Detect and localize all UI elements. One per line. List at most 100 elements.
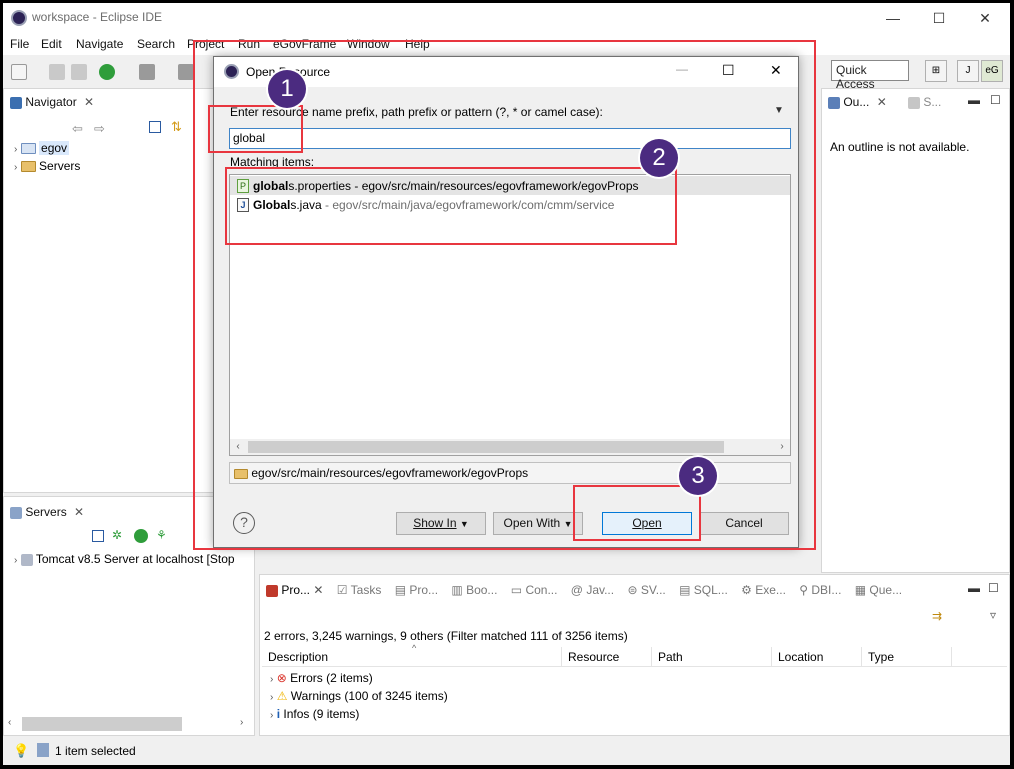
warning-icon: ⚠ (276, 689, 288, 703)
project-icon (20, 143, 36, 155)
sort-up-icon: ^ (412, 643, 417, 653)
tab-javadoc[interactable]: @ Jav... (571, 583, 614, 597)
outline-icon (828, 96, 840, 109)
structure-icon (908, 96, 920, 109)
minimize-view-icon[interactable]: ▬ (968, 93, 980, 107)
quick-access-input[interactable]: Quick Access (831, 60, 909, 91)
start-server-icon[interactable] (134, 529, 148, 543)
lightbulb-icon[interactable]: 💡 (13, 743, 29, 759)
close-icon[interactable]: ✕ (313, 583, 323, 597)
col-resource[interactable]: Resource (562, 647, 652, 667)
problem-row-warnings[interactable]: › ⚠ Warnings (100 of 3245 items) (270, 687, 448, 705)
close-icon[interactable]: ✕ (877, 95, 887, 109)
close-button[interactable]: ✕ (962, 3, 1008, 33)
chevron-right-icon[interactable]: › (14, 555, 17, 566)
row-label: Warnings (100 of 3245 items) (290, 689, 448, 703)
filter-icon[interactable]: ⇉ (932, 609, 942, 623)
row-label: Errors (2 items) (290, 671, 373, 685)
view-menu-icon[interactable]: ▿ (990, 608, 996, 622)
debug-server-icon[interactable]: ✲ (112, 528, 122, 542)
stop-icon[interactable] (139, 64, 155, 80)
close-icon[interactable]: ✕ (74, 505, 84, 519)
scroll-left-icon[interactable]: ‹ (8, 717, 11, 728)
toolbar-misc-icon[interactable] (178, 64, 194, 80)
tab-console[interactable]: ▭ Con... (511, 583, 558, 597)
problem-row-errors[interactable]: › ⊗ Errors (2 items) (270, 669, 373, 687)
save-all-icon[interactable] (71, 64, 87, 80)
input-highlight-box (208, 105, 303, 153)
debug-icon[interactable] (99, 64, 115, 80)
maximize-view-icon[interactable]: ☐ (988, 581, 999, 595)
tree-item-egov[interactable]: › egov (14, 139, 70, 157)
tab-properties[interactable]: ▤ Pro... (395, 583, 438, 597)
open-perspective-icon[interactable]: ⊞ (925, 60, 947, 82)
egov-perspective-icon[interactable]: eG (981, 60, 1003, 82)
server-row[interactable]: › Tomcat v8.5 Server at localhost [Stop (14, 550, 235, 568)
problem-row-infos[interactable]: › i Infos (9 items) (270, 705, 359, 723)
scroll-right-icon[interactable]: › (240, 717, 243, 728)
menu-edit[interactable]: Edit (41, 37, 62, 51)
link-editor-icon[interactable]: ⇅ (171, 119, 182, 135)
java-perspective-icon[interactable]: J (957, 60, 979, 82)
navigator-title: Navigator (25, 95, 77, 109)
eclipse-logo-icon (11, 10, 27, 26)
chevron-right-icon[interactable]: › (270, 692, 273, 703)
save-icon[interactable] (49, 64, 65, 80)
tree-item-servers[interactable]: › Servers (14, 157, 80, 175)
tree-item-label: Servers (39, 159, 81, 173)
back-icon[interactable]: ⇦ (72, 121, 83, 137)
profile-server-icon[interactable]: ⚘ (156, 528, 167, 542)
tab-query[interactable]: ▦ Que... (855, 583, 902, 597)
col-location[interactable]: Location (772, 647, 862, 667)
minimize-view-icon[interactable]: ▬ (968, 581, 980, 595)
chevron-right-icon[interactable]: › (270, 710, 273, 721)
col-type[interactable]: Type (862, 647, 952, 667)
status-bar: 💡 1 item selected (3, 737, 1010, 765)
row-label: Infos (9 items) (283, 707, 360, 721)
minimize-button[interactable]: — (870, 3, 916, 33)
collapse-icon[interactable] (92, 530, 104, 542)
tab-tasks[interactable]: ☑ Tasks (337, 583, 382, 597)
collapse-all-icon[interactable] (149, 121, 161, 133)
tab-svn[interactable]: ⊜ SV... (627, 583, 665, 597)
tab-label: Con... (525, 583, 558, 597)
tab-label: DBI... (811, 583, 842, 597)
col-path[interactable]: Path (652, 647, 772, 667)
chevron-right-icon[interactable]: › (14, 144, 17, 155)
tree-item-label: egov (39, 141, 70, 155)
window-title: workspace - Eclipse IDE (32, 10, 163, 24)
tab-label: Boo... (466, 583, 498, 597)
step-badge-3: 3 (679, 457, 717, 495)
chevron-right-icon[interactable]: › (14, 162, 17, 173)
tab-sql[interactable]: ▤ SQL... (679, 583, 728, 597)
navigator-tab[interactable]: Navigator ✕ (10, 95, 94, 109)
tab-second[interactable]: S... (908, 95, 941, 109)
tab-problems[interactable]: Pro... ✕ (266, 583, 323, 597)
horizontal-scrollbar[interactable] (22, 717, 182, 731)
open-highlight-box (573, 485, 701, 541)
tab-label: Exe... (755, 583, 786, 597)
close-icon[interactable]: ✕ (84, 95, 94, 109)
forward-icon[interactable]: ⇨ (94, 121, 105, 137)
second-tab-title: S... (923, 95, 942, 109)
outline-tab[interactable]: Ou... ✕ (828, 95, 887, 109)
tab-label: Tasks (350, 583, 382, 597)
new-icon[interactable] (11, 64, 27, 80)
menu-search[interactable]: Search (137, 37, 175, 51)
tab-bookmarks[interactable]: ▥ Boo... (451, 583, 497, 597)
tab-dbi[interactable]: ⚲ DBI... (799, 583, 841, 597)
tab-label: SV... (640, 583, 666, 597)
selection-icon (37, 743, 49, 757)
menu-navigate[interactable]: Navigate (76, 37, 123, 51)
maximize-view-icon[interactable]: ☐ (990, 93, 1001, 107)
error-icon: ⊗ (276, 671, 287, 685)
problems-icon (266, 584, 278, 597)
chevron-right-icon[interactable]: › (270, 674, 273, 685)
step-badge-1: 1 (268, 70, 306, 108)
problems-table-header: Description Resource Path Location Type (262, 647, 1007, 667)
maximize-button[interactable]: ☐ (916, 3, 962, 33)
servers-tab[interactable]: Servers ✕ (10, 505, 84, 519)
tab-execution[interactable]: ⚙ Exe... (741, 583, 786, 597)
menu-file[interactable]: File (10, 37, 29, 51)
list-highlight-box (225, 167, 677, 245)
